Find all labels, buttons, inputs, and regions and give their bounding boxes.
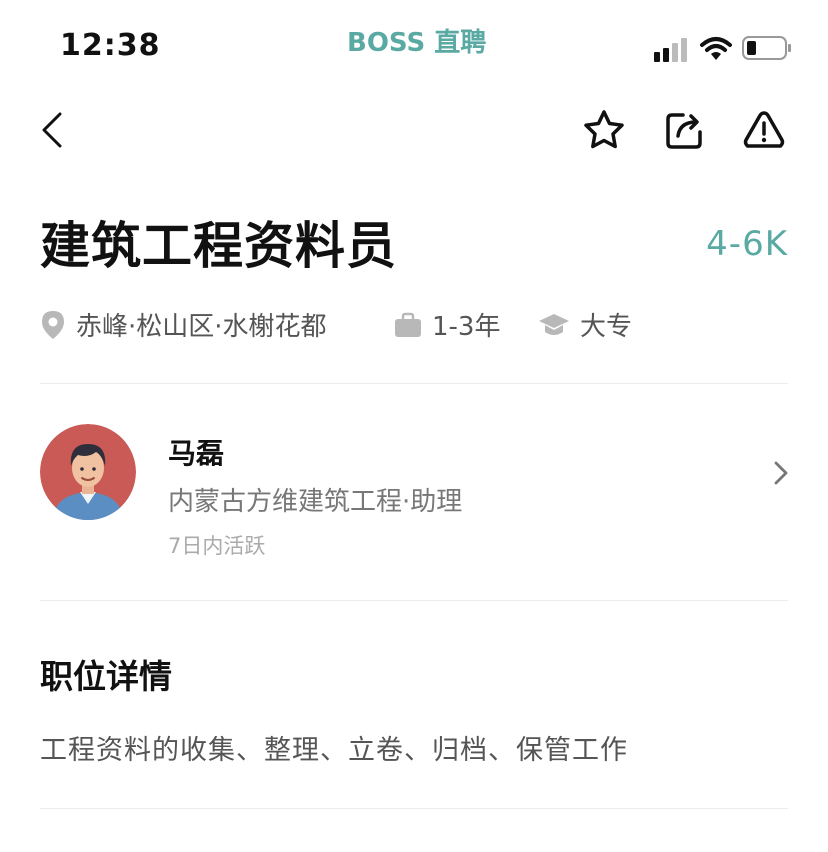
recruiter-activity: 7日内活跃 bbox=[168, 534, 266, 558]
location-text: 赤峰·松山区·水榭花都 bbox=[76, 312, 327, 342]
divider bbox=[40, 808, 788, 809]
experience-tag: 1-3年 bbox=[394, 306, 500, 343]
status-time: 12:38 bbox=[60, 28, 161, 63]
experience-text: 1-3年 bbox=[432, 312, 501, 342]
favorite-star-icon[interactable] bbox=[582, 108, 626, 152]
divider bbox=[40, 383, 788, 384]
divider bbox=[40, 600, 788, 601]
job-title: 建筑工程资料员 bbox=[40, 217, 397, 275]
recruiter-avatar[interactable] bbox=[40, 424, 136, 520]
education-tag: 大专 bbox=[538, 306, 632, 343]
recruiter-name: 马磊 bbox=[168, 437, 225, 470]
graduation-cap-icon bbox=[539, 313, 569, 335]
section-title-job-details: 职位详情 bbox=[40, 657, 172, 696]
salary: 4-6K bbox=[706, 224, 788, 264]
share-icon[interactable] bbox=[663, 108, 707, 152]
briefcase-icon bbox=[395, 312, 421, 337]
wifi-icon bbox=[700, 37, 732, 60]
report-warning-icon[interactable] bbox=[742, 108, 786, 152]
recruiter-company-role: 内蒙古方维建筑工程·助理 bbox=[168, 487, 463, 517]
cellular-signal-icon bbox=[654, 38, 687, 62]
location-tag: 赤峰·松山区·水榭花都 bbox=[40, 306, 327, 343]
location-pin-icon bbox=[42, 310, 64, 339]
education-text: 大专 bbox=[580, 312, 633, 342]
carrier-label: BOSS 直聘 bbox=[347, 28, 487, 58]
job-description: 工程资料的收集、整理、立卷、归档、保管工作 bbox=[40, 735, 628, 766]
back-button[interactable] bbox=[36, 108, 72, 152]
battery-icon bbox=[742, 36, 791, 60]
chevron-right-icon[interactable] bbox=[770, 458, 792, 488]
